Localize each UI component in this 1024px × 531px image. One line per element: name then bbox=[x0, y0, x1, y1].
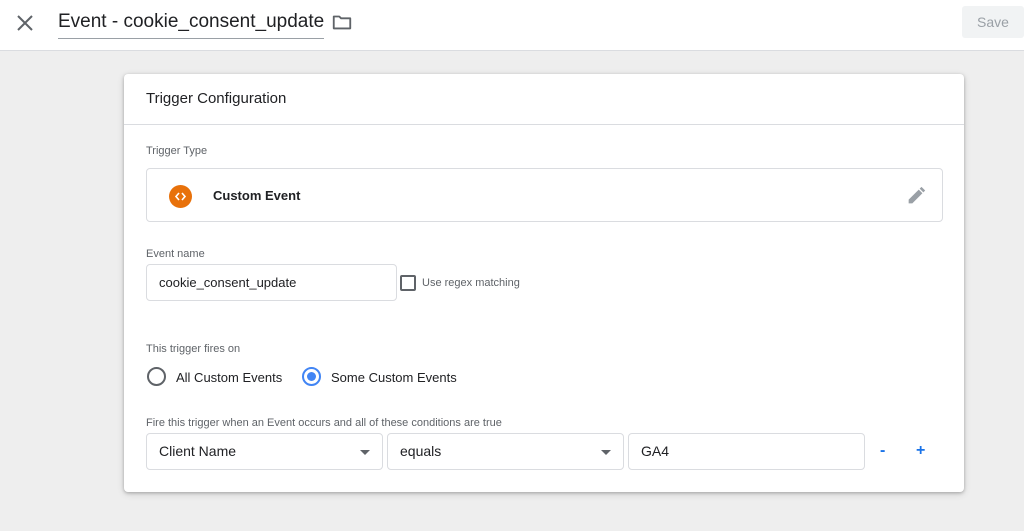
folder-icon bbox=[332, 15, 352, 30]
regex-checkbox[interactable] bbox=[400, 275, 416, 291]
folder-button[interactable] bbox=[331, 11, 353, 33]
event-name-input[interactable]: cookie_consent_update bbox=[146, 264, 397, 301]
some-custom-events-radio[interactable] bbox=[302, 367, 321, 386]
code-brackets-icon bbox=[169, 185, 192, 208]
variable-select[interactable]: Client Name bbox=[146, 433, 383, 470]
trigger-type-name: Custom Event bbox=[213, 188, 301, 203]
chevron-down-icon bbox=[360, 450, 370, 455]
pencil-icon[interactable] bbox=[905, 185, 927, 207]
regex-checkbox-label: Use regex matching bbox=[422, 277, 520, 289]
add-condition-button[interactable]: + bbox=[916, 442, 925, 460]
fires-on-label: This trigger fires on bbox=[146, 343, 241, 355]
all-custom-events-label: All Custom Events bbox=[176, 370, 283, 385]
save-button[interactable]: Save bbox=[962, 6, 1024, 38]
close-button[interactable] bbox=[13, 11, 37, 35]
trigger-configuration-card: Trigger Configuration Trigger Type Custo… bbox=[124, 74, 964, 492]
event-name-label: Event name bbox=[146, 248, 205, 260]
operator-select-value: equals bbox=[400, 443, 442, 459]
top-bar: Event - cookie_consent_update Save bbox=[0, 0, 1024, 51]
card-header: Trigger Configuration bbox=[124, 74, 964, 125]
trigger-type-label: Trigger Type bbox=[146, 145, 208, 157]
condition-value-input[interactable]: GA4 bbox=[628, 433, 865, 470]
page-title[interactable]: Event - cookie_consent_update bbox=[58, 10, 325, 39]
variable-select-value: Client Name bbox=[159, 443, 237, 459]
trigger-type-selector[interactable]: Custom Event bbox=[146, 168, 943, 222]
all-custom-events-radio[interactable] bbox=[147, 367, 166, 386]
card-title: Trigger Configuration bbox=[146, 90, 287, 107]
condition-label: Fire this trigger when an Event occurs a… bbox=[146, 417, 502, 429]
close-icon bbox=[17, 15, 33, 31]
remove-condition-button[interactable]: - bbox=[880, 442, 885, 460]
operator-select[interactable]: equals bbox=[387, 433, 624, 470]
some-custom-events-label: Some Custom Events bbox=[331, 370, 457, 385]
chevron-down-icon bbox=[601, 450, 611, 455]
